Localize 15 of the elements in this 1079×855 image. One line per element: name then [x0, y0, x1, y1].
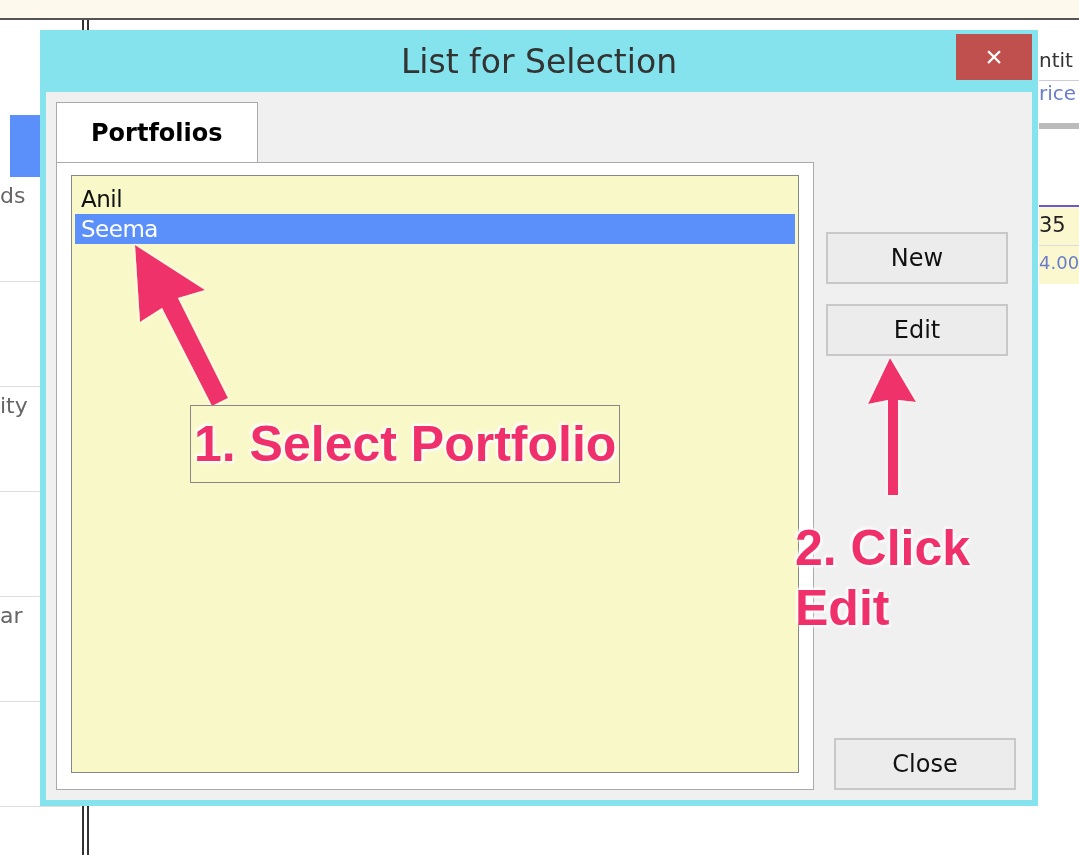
- action-button[interactable]: Edit: [826, 304, 1008, 356]
- row-label: ds: [0, 183, 26, 208]
- column-header: rice: [1039, 80, 1079, 113]
- table-cell: 35: [1039, 207, 1079, 245]
- column-header: ntit: [1039, 48, 1074, 74]
- row-label: ity: [0, 393, 28, 418]
- window-title: List for Selection: [400, 41, 678, 81]
- annotation-text: 1. Select Portfolio: [190, 405, 621, 483]
- close-button[interactable]: Close: [834, 738, 1016, 790]
- row-label: ar: [0, 603, 23, 628]
- list-item[interactable]: Anil: [75, 184, 795, 214]
- table-cell: 4.00: [1039, 245, 1079, 284]
- tab[interactable]: Portfolios: [56, 102, 258, 163]
- close-button[interactable]: ×: [956, 34, 1032, 80]
- action-button[interactable]: New: [826, 232, 1008, 284]
